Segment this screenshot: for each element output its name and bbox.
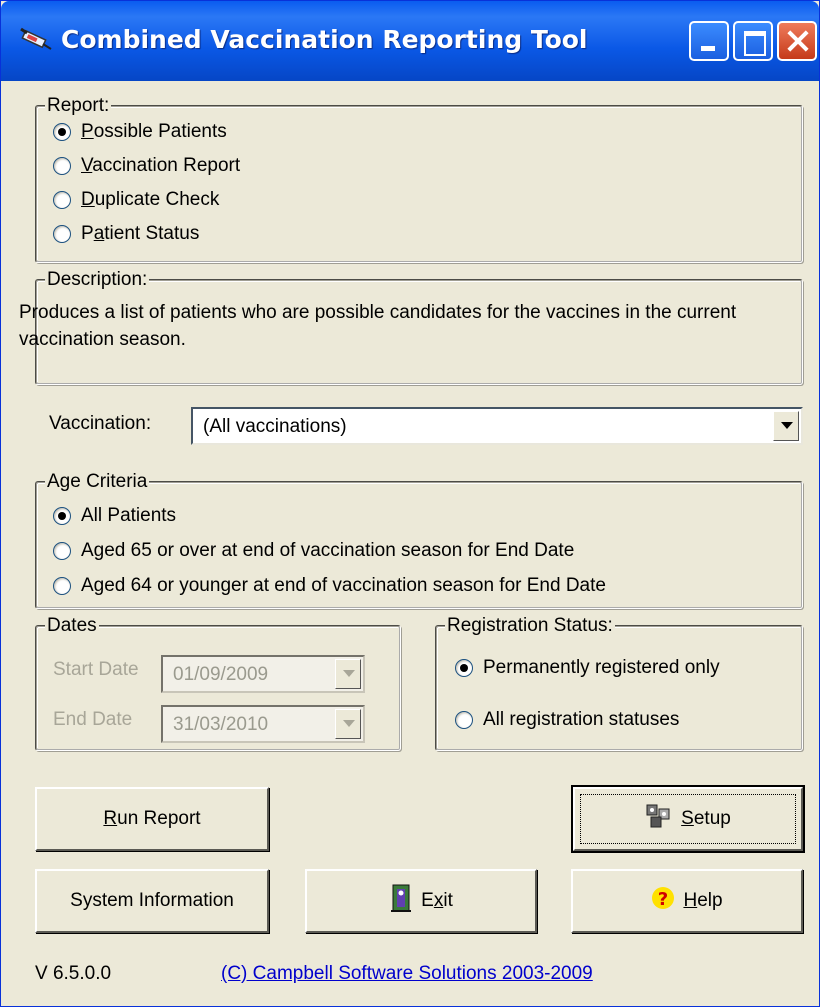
end-date-select[interactable]: 31/03/2010 [161, 705, 365, 743]
report-legend: Report: [45, 95, 112, 117]
radio-duplicate-check[interactable]: Duplicate Check [53, 189, 219, 211]
radio-label: Patient Status [81, 223, 200, 244]
chevron-down-icon[interactable] [773, 411, 799, 441]
system-information-label: System Information [70, 890, 234, 911]
radio-label: Aged 65 or over at end of vaccination se… [81, 540, 575, 561]
minimize-button[interactable] [689, 21, 729, 61]
run-report-button[interactable]: Run Report [35, 787, 269, 851]
radio-permanently-registered[interactable]: Permanently registered only [455, 657, 720, 679]
radio-button[interactable] [455, 711, 473, 729]
vaccination-select[interactable]: (All vaccinations) [191, 407, 803, 445]
vaccination-label: Vaccination: [49, 413, 152, 434]
radio-label: All registration statuses [483, 709, 680, 730]
radio-all-registration-statuses[interactable]: All registration statuses [455, 709, 679, 731]
radio-possible-patients[interactable]: Possible Patients [53, 121, 227, 143]
syringe-icon [19, 27, 53, 55]
radio-button[interactable] [455, 659, 473, 677]
start-date-label: Start Date [53, 659, 139, 680]
radio-button[interactable] [53, 542, 71, 560]
copyright-link[interactable]: (C) Campbell Software Solutions 2003-200… [221, 963, 593, 985]
radio-label: Duplicate Check [81, 189, 220, 210]
radio-button[interactable] [53, 191, 71, 209]
radio-label: Vaccination Report [81, 155, 241, 176]
run-report-label: Run Report [103, 808, 201, 829]
version-text: V 6.5.0.0 [35, 963, 112, 984]
radio-aged-65-over[interactable]: Aged 65 or over at end of vaccination se… [53, 540, 574, 562]
radio-label: All Patients [81, 505, 177, 526]
system-information-button[interactable]: System Information [35, 869, 269, 933]
age-criteria-group: Age Criteria All Patients Aged 65 or ove… [35, 471, 803, 609]
exit-door-icon [389, 883, 413, 919]
radio-vaccination-report[interactable]: Vaccination Report [53, 155, 240, 177]
exit-label: Exit [421, 890, 453, 911]
radio-aged-64-younger[interactable]: Aged 64 or younger at end of vaccination… [53, 575, 606, 597]
help-button[interactable]: ? Help [571, 869, 803, 933]
window-title: Combined Vaccination Reporting Tool [61, 25, 588, 54]
start-date-value: 01/09/2009 [173, 664, 269, 685]
chevron-down-icon[interactable] [335, 659, 361, 689]
description-group: Description: Produces a list of patients… [19, 269, 803, 385]
setup-button[interactable]: Setup [571, 785, 805, 853]
dates-legend: Dates [45, 615, 99, 637]
help-question-icon: ? [651, 885, 675, 917]
chevron-down-icon[interactable] [335, 709, 361, 739]
close-button[interactable] [777, 21, 817, 61]
registration-status-group: Registration Status: Permanently registe… [435, 615, 803, 751]
end-date-value: 31/03/2010 [173, 714, 269, 735]
exit-button[interactable]: Exit [305, 869, 537, 933]
svg-text:?: ? [658, 889, 668, 910]
age-criteria-legend: Age Criteria [45, 471, 150, 493]
report-group: Report: Possible Patients Vaccination Re… [35, 95, 803, 263]
radio-label: Permanently registered only [483, 657, 720, 678]
maximize-button[interactable] [733, 21, 773, 61]
end-date-label: End Date [53, 709, 133, 730]
radio-button[interactable] [53, 577, 71, 595]
start-date-select[interactable]: 01/09/2009 [161, 655, 365, 693]
radio-button[interactable] [53, 225, 71, 243]
radio-label: Possible Patients [81, 121, 227, 142]
vaccination-value: (All vaccinations) [203, 416, 347, 437]
radio-all-patients[interactable]: All Patients [53, 505, 176, 527]
title-bar[interactable]: Combined Vaccination Reporting Tool [1, 1, 819, 81]
description-text: Produces a list of patients who are poss… [19, 302, 737, 350]
dates-group: Dates Start Date 01/09/2009 End Date 31/… [35, 615, 401, 751]
radio-label: Aged 64 or younger at end of vaccination… [81, 575, 606, 596]
focus-rect [580, 794, 796, 844]
description-legend: Description: [45, 269, 150, 291]
registration-status-legend: Registration Status: [445, 615, 615, 637]
help-label: Help [683, 890, 723, 911]
radio-button[interactable] [53, 157, 71, 175]
radio-button[interactable] [53, 123, 71, 141]
radio-patient-status[interactable]: Patient Status [53, 223, 199, 245]
radio-button[interactable] [53, 507, 71, 525]
app-window: Combined Vaccination Reporting Tool Repo… [0, 0, 820, 1007]
